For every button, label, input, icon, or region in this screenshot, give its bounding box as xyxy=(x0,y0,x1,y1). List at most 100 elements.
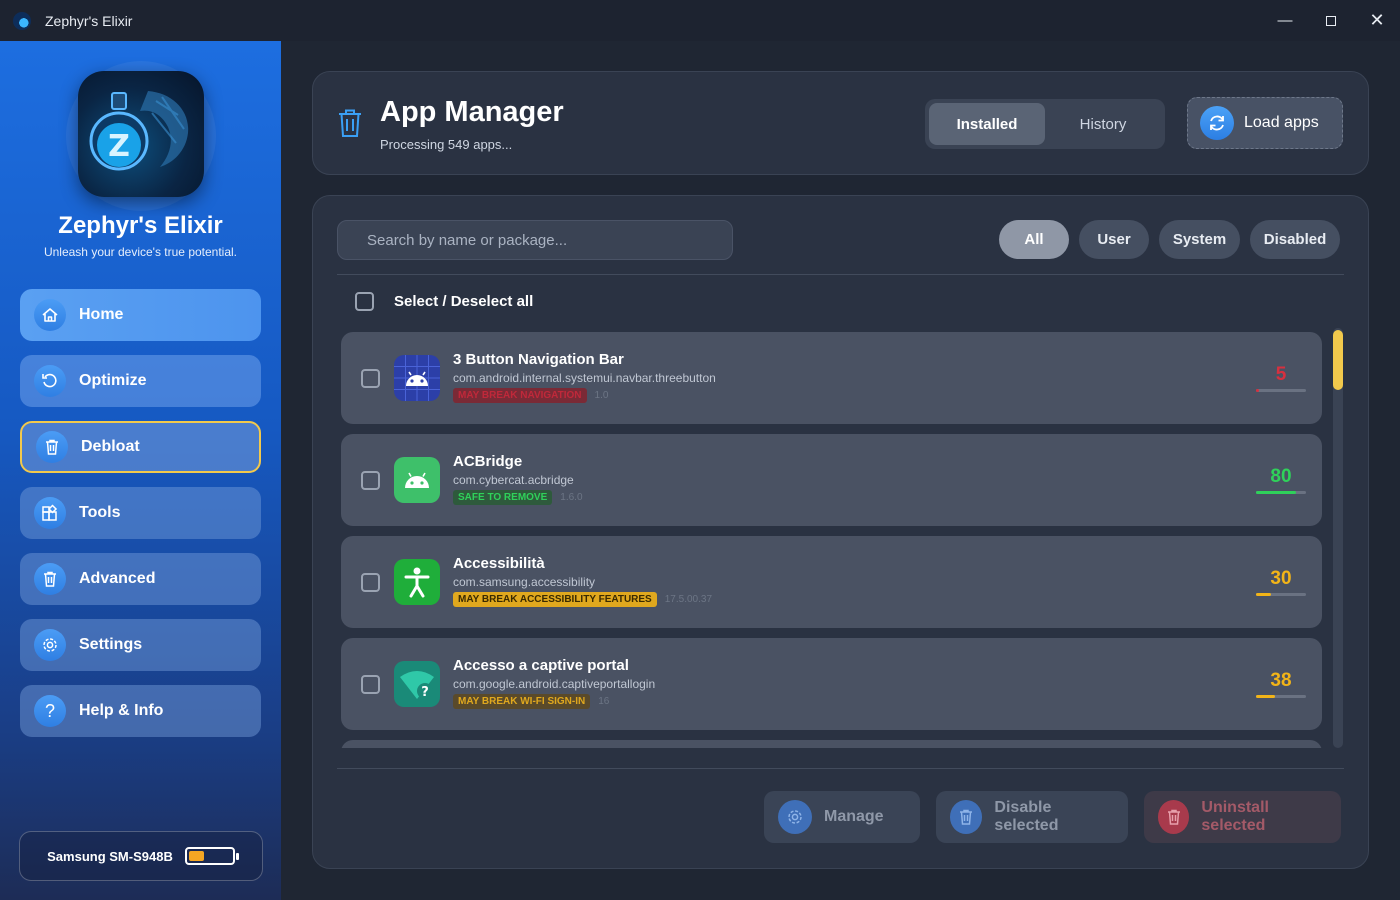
bulk-actions: Manage Disable selected Uninstall select… xyxy=(764,791,1341,843)
tab-history[interactable]: History xyxy=(1045,103,1161,145)
app-row[interactable]: Accessibilità com.samsung.accessibility … xyxy=(341,536,1322,628)
safety-score: 5 xyxy=(1256,364,1306,392)
manage-label: Manage xyxy=(824,808,884,825)
refresh-icon xyxy=(34,365,66,397)
battery-icon xyxy=(184,847,239,865)
trash-icon xyxy=(36,431,68,463)
divider xyxy=(337,274,1344,275)
app-version: 17.5.00.37 xyxy=(664,594,712,605)
window-titlebar: Zephyr's Elixir — ✕ xyxy=(0,0,1400,41)
refresh-icon xyxy=(1200,106,1234,140)
select-all-checkbox[interactable] xyxy=(355,292,374,311)
maximize-button[interactable] xyxy=(1308,0,1354,41)
app-row[interactable]: 3 Button Navigation Bar com.android.inte… xyxy=(341,332,1322,424)
score-bar xyxy=(1256,389,1259,392)
scrollbar-thumb[interactable] xyxy=(1333,330,1343,390)
filter-group: All User System Disabled xyxy=(999,220,1340,259)
manage-button[interactable]: Manage xyxy=(764,791,920,843)
app-version: 1.0 xyxy=(594,390,609,401)
app-version: 16 xyxy=(598,696,610,707)
tab-installed[interactable]: Installed xyxy=(929,103,1045,145)
trash-icon xyxy=(1158,800,1190,834)
uninstall-selected-button[interactable]: Uninstall selected xyxy=(1144,791,1341,843)
app-package: com.cybercat.acbridge xyxy=(453,473,574,487)
app-logo-icon xyxy=(13,11,31,30)
svg-text:Z: Z xyxy=(108,129,130,164)
sidebar-item-advanced[interactable]: Advanced xyxy=(20,553,261,605)
sidebar-item-label: Tools xyxy=(79,504,121,521)
sidebar-item-tools[interactable]: Tools xyxy=(20,487,261,539)
list-scrollbar[interactable] xyxy=(1333,328,1343,748)
sidebar-item-help[interactable]: ? Help & Info xyxy=(20,685,261,737)
score-bar xyxy=(1256,491,1296,494)
page-subtitle: Processing 549 apps... xyxy=(380,137,513,152)
app-list: 3 Button Navigation Bar com.android.inte… xyxy=(341,332,1322,748)
logo-halo: Z xyxy=(66,61,216,211)
app-package: com.samsung.accessibility xyxy=(453,575,596,589)
app-version: 1.6.0 xyxy=(560,492,583,503)
accessibility-icon xyxy=(394,559,440,605)
sidebar-item-label: Help & Info xyxy=(79,702,164,719)
close-icon: ✕ xyxy=(1369,10,1385,30)
risk-badge: MAY BREAK NAVIGATION xyxy=(453,388,587,403)
maximize-icon xyxy=(1326,15,1336,26)
android-icon xyxy=(394,457,440,503)
filter-disabled[interactable]: Disabled xyxy=(1250,220,1340,259)
help-icon: ? xyxy=(34,695,66,727)
app-checkbox[interactable] xyxy=(361,675,380,694)
sidebar-item-home[interactable]: Home xyxy=(20,289,261,341)
sidebar-item-optimize[interactable]: Optimize xyxy=(20,355,261,407)
home-icon xyxy=(34,299,66,331)
battery-level xyxy=(188,851,204,861)
filter-system[interactable]: System xyxy=(1159,220,1240,259)
score-value: 80 xyxy=(1270,466,1292,487)
minimize-icon: — xyxy=(1277,12,1293,29)
load-apps-button[interactable]: Load apps xyxy=(1187,97,1343,149)
score-bar xyxy=(1256,593,1271,596)
app-checkbox[interactable] xyxy=(361,573,380,592)
gear-icon xyxy=(778,800,812,834)
minimize-button[interactable]: — xyxy=(1262,0,1308,41)
filter-all[interactable]: All xyxy=(999,220,1069,259)
app-row[interactable]: ACBridge com.cybercat.acbridge SAFE TO R… xyxy=(341,434,1322,526)
window-title: Zephyr's Elixir xyxy=(45,12,133,29)
score-value: 5 xyxy=(1275,364,1287,385)
sidebar-item-label: Settings xyxy=(79,636,143,653)
android-icon xyxy=(394,355,440,401)
search-input[interactable]: Search by name or package... xyxy=(337,220,733,260)
sidebar-nav: Home Optimize Debloat Tools Advanced Set… xyxy=(20,289,261,751)
app-package: com.android.internal.systemui.navbar.thr… xyxy=(453,371,716,385)
safety-score: 30 xyxy=(1256,568,1306,596)
disable-selected-button[interactable]: Disable selected xyxy=(936,791,1128,843)
header-card: App Manager Processing 549 apps... Insta… xyxy=(312,71,1369,175)
divider xyxy=(337,768,1344,769)
select-all-label: Select / Deselect all xyxy=(394,293,534,310)
select-all[interactable]: Select / Deselect all xyxy=(355,292,533,311)
gear-icon xyxy=(34,629,66,661)
sidebar-item-label: Home xyxy=(79,306,124,323)
close-button[interactable]: ✕ xyxy=(1354,0,1400,41)
app-name: Accesso a captive portal xyxy=(453,657,629,674)
app-checkbox[interactable] xyxy=(361,471,380,490)
disable-selected-label: Disable selected xyxy=(994,799,1059,834)
risk-badge: MAY BREAK WI-FI SIGN-IN xyxy=(453,694,591,709)
sidebar-item-label: Advanced xyxy=(79,570,156,587)
risk-badge: SAFE TO REMOVE xyxy=(453,490,553,505)
trash-icon xyxy=(337,108,363,143)
trash-icon xyxy=(34,563,66,595)
app-package: com.google.android.captiveportallogin xyxy=(453,677,656,691)
sidebar-item-settings[interactable]: Settings xyxy=(20,619,261,671)
sidebar-item-label: Optimize xyxy=(79,372,147,389)
sidebar-item-label: Debloat xyxy=(81,438,140,455)
filter-user[interactable]: User xyxy=(1079,220,1149,259)
safety-score: 80 xyxy=(1256,466,1306,494)
app-row[interactable]: ? Accesso a captive portal com.google.an… xyxy=(341,638,1322,730)
sidebar-item-debloat[interactable]: Debloat xyxy=(20,421,261,473)
page-title: App Manager xyxy=(380,96,564,128)
app-row[interactable] xyxy=(341,740,1322,748)
view-tabs: Installed History xyxy=(925,99,1165,149)
wifi-icon: ? xyxy=(394,661,440,707)
svg-text:?: ? xyxy=(421,685,429,700)
score-bar xyxy=(1256,695,1275,698)
app-checkbox[interactable] xyxy=(361,369,380,388)
